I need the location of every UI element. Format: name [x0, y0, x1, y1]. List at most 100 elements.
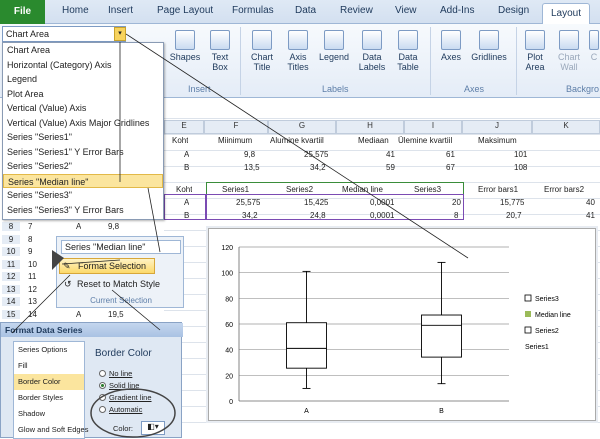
axis-titles-button[interactable]: Axis Titles [282, 30, 314, 72]
tab-view[interactable]: View [395, 5, 417, 16]
dialog-nav-item[interactable]: Border Color [14, 374, 84, 390]
dialog-nav-item[interactable]: Fill [14, 358, 84, 374]
row-number[interactable]: 14 [2, 297, 20, 306]
current-selection-dropdown[interactable]: Series "Median line" [61, 240, 181, 254]
chart-element-option[interactable]: Chart Area [3, 43, 163, 58]
format-selection-button[interactable]: ✎ Format Selection [59, 258, 155, 274]
t1-header-q3[interactable]: Ülemine kvartiil [398, 136, 452, 145]
tab-home[interactable]: Home [62, 5, 89, 16]
chart-floor-button[interactable]: C [588, 30, 600, 62]
cell-d[interactable]: 9,8 [108, 222, 119, 231]
tab-page-layout[interactable]: Page Layout [157, 5, 213, 16]
dialog-nav-item[interactable]: Series Options [14, 342, 84, 358]
radio-option[interactable]: No line [99, 369, 132, 378]
t2-r1-s3[interactable]: 20 [452, 198, 461, 207]
data-table-button[interactable]: Data Table [392, 30, 424, 72]
t2-header-series3[interactable]: Series3 [414, 185, 441, 194]
t2-header-median-line[interactable]: Median line [342, 185, 383, 194]
tab-review[interactable]: Review [340, 5, 373, 16]
dialog-nav-item[interactable]: Border Styles [14, 390, 84, 406]
t1-header-min[interactable]: Miinimum [218, 136, 252, 145]
row-number[interactable]: 12 [2, 272, 20, 281]
row-number[interactable]: 13 [2, 284, 20, 294]
radio-icon[interactable] [99, 370, 106, 377]
tab-design[interactable]: Design [498, 5, 529, 16]
plot-area-button[interactable]: Plot Area [520, 30, 550, 72]
dialog-nav-item[interactable]: Glow and Soft Edges [14, 422, 88, 438]
cell-d[interactable]: 19,5 [108, 310, 124, 319]
tab-add-ins[interactable]: Add-Ins [440, 5, 474, 16]
t2-r1-median[interactable]: 0,0001 [370, 198, 394, 207]
t1-r2-koht[interactable]: B [184, 163, 189, 172]
dialog-nav-item[interactable]: Shadow [14, 406, 84, 422]
col-header-h[interactable]: H [336, 120, 404, 134]
box-plot-chart[interactable]: 0 20 40 60 80 100 120 A B Series3 Median line Serie… [208, 228, 596, 421]
row-number[interactable]: 8 [2, 222, 20, 231]
t1-r1-koht[interactable]: A [184, 150, 189, 159]
cell-b[interactable]: 9 [28, 247, 32, 256]
t2-r1-s2[interactable]: 15,425 [304, 198, 328, 207]
t1-r1-q1[interactable]: 25,575 [304, 150, 328, 159]
tab-file[interactable]: File [0, 0, 45, 24]
col-header-k[interactable]: K [532, 120, 600, 134]
shapes-button[interactable]: Shapes [168, 30, 202, 62]
t1-r2-max[interactable]: 108 [514, 163, 527, 172]
tab-insert[interactable]: Insert [108, 5, 133, 16]
chart-element-option[interactable]: Plot Area [3, 87, 163, 102]
t1-header-max[interactable]: Maksimum [478, 136, 517, 145]
t2-r1-err1[interactable]: 15,775 [500, 198, 524, 207]
t2-header-error1[interactable]: Error bars1 [478, 185, 518, 194]
col-header-g[interactable]: G [268, 120, 336, 134]
col-header-f[interactable]: F [204, 120, 268, 134]
cell-c[interactable]: A [76, 310, 81, 319]
chart-elements-dropdown[interactable]: Chart Area [2, 26, 126, 42]
chart-element-option[interactable]: Series "Series1" Y Error Bars [3, 145, 163, 160]
chart-element-option[interactable]: Series "Median line" [3, 173, 163, 188]
t1-r2-min[interactable]: 13,5 [244, 163, 260, 172]
t2-r1-koht[interactable]: A [184, 198, 189, 207]
row-number[interactable]: 9 [2, 234, 20, 244]
text-box-button[interactable]: Text Box [205, 30, 235, 72]
t2-r2-koht[interactable]: B [184, 211, 189, 220]
t2-r2-err2[interactable]: 41 [586, 211, 595, 220]
chart-element-option[interactable]: Legend [3, 72, 163, 87]
gridlines-button[interactable]: Gridlines [468, 30, 510, 62]
chevron-down-icon[interactable]: ▾ [114, 27, 126, 41]
t2-r2-median[interactable]: 0,0001 [370, 211, 394, 220]
t1-header-median[interactable]: Mediaan [358, 136, 389, 145]
chart-title-button[interactable]: Chart Title [246, 30, 278, 72]
t1-r1-median[interactable]: 41 [386, 150, 395, 159]
col-header-e[interactable]: E [164, 120, 204, 134]
cell-b[interactable]: 11 [28, 272, 36, 281]
t1-r1-min[interactable]: 9,8 [244, 150, 255, 159]
t1-r1-q3[interactable]: 61 [446, 150, 455, 159]
tab-formulas[interactable]: Formulas [232, 5, 274, 16]
chart-element-option[interactable]: Vertical (Value) Axis [3, 101, 163, 116]
t1-r2-median[interactable]: 59 [386, 163, 395, 172]
t1-r1-max[interactable]: 101 [514, 150, 527, 159]
t2-r2-err1[interactable]: 20,7 [506, 211, 522, 220]
reset-to-match-style-button[interactable]: ↺ Reset to Match Style [59, 277, 164, 289]
t1-r2-q3[interactable]: 67 [446, 163, 455, 172]
t1-header-q1[interactable]: Alumine kvartiil [270, 136, 324, 145]
chart-wall-button[interactable]: Chart Wall [554, 30, 584, 72]
cell-b[interactable]: 14 [28, 310, 37, 319]
chart-element-option[interactable]: Horizontal (Category) Axis [3, 58, 163, 73]
t1-header-koht[interactable]: Koht [172, 136, 188, 145]
legend-button[interactable]: Legend [316, 30, 352, 62]
t2-header-series1[interactable]: Series1 [222, 185, 249, 194]
col-header-i[interactable]: I [404, 120, 462, 134]
cell-b[interactable]: 12 [28, 285, 37, 294]
cell-b[interactable]: 7 [28, 222, 32, 231]
cell-b[interactable]: 8 [28, 235, 32, 244]
t2-r2-s1[interactable]: 34,2 [242, 211, 258, 220]
row-number[interactable]: 15 [2, 309, 20, 319]
tab-data[interactable]: Data [295, 5, 316, 16]
t2-r2-s3[interactable]: 8 [454, 211, 458, 220]
col-header-j[interactable]: J [462, 120, 532, 134]
data-labels-button[interactable]: Data Labels [354, 30, 390, 72]
cell-b[interactable]: 13 [28, 297, 37, 306]
row-number[interactable]: 11 [2, 259, 20, 269]
t2-header-error2[interactable]: Error bars2 [544, 185, 584, 194]
tab-layout[interactable]: Layout [542, 3, 590, 25]
